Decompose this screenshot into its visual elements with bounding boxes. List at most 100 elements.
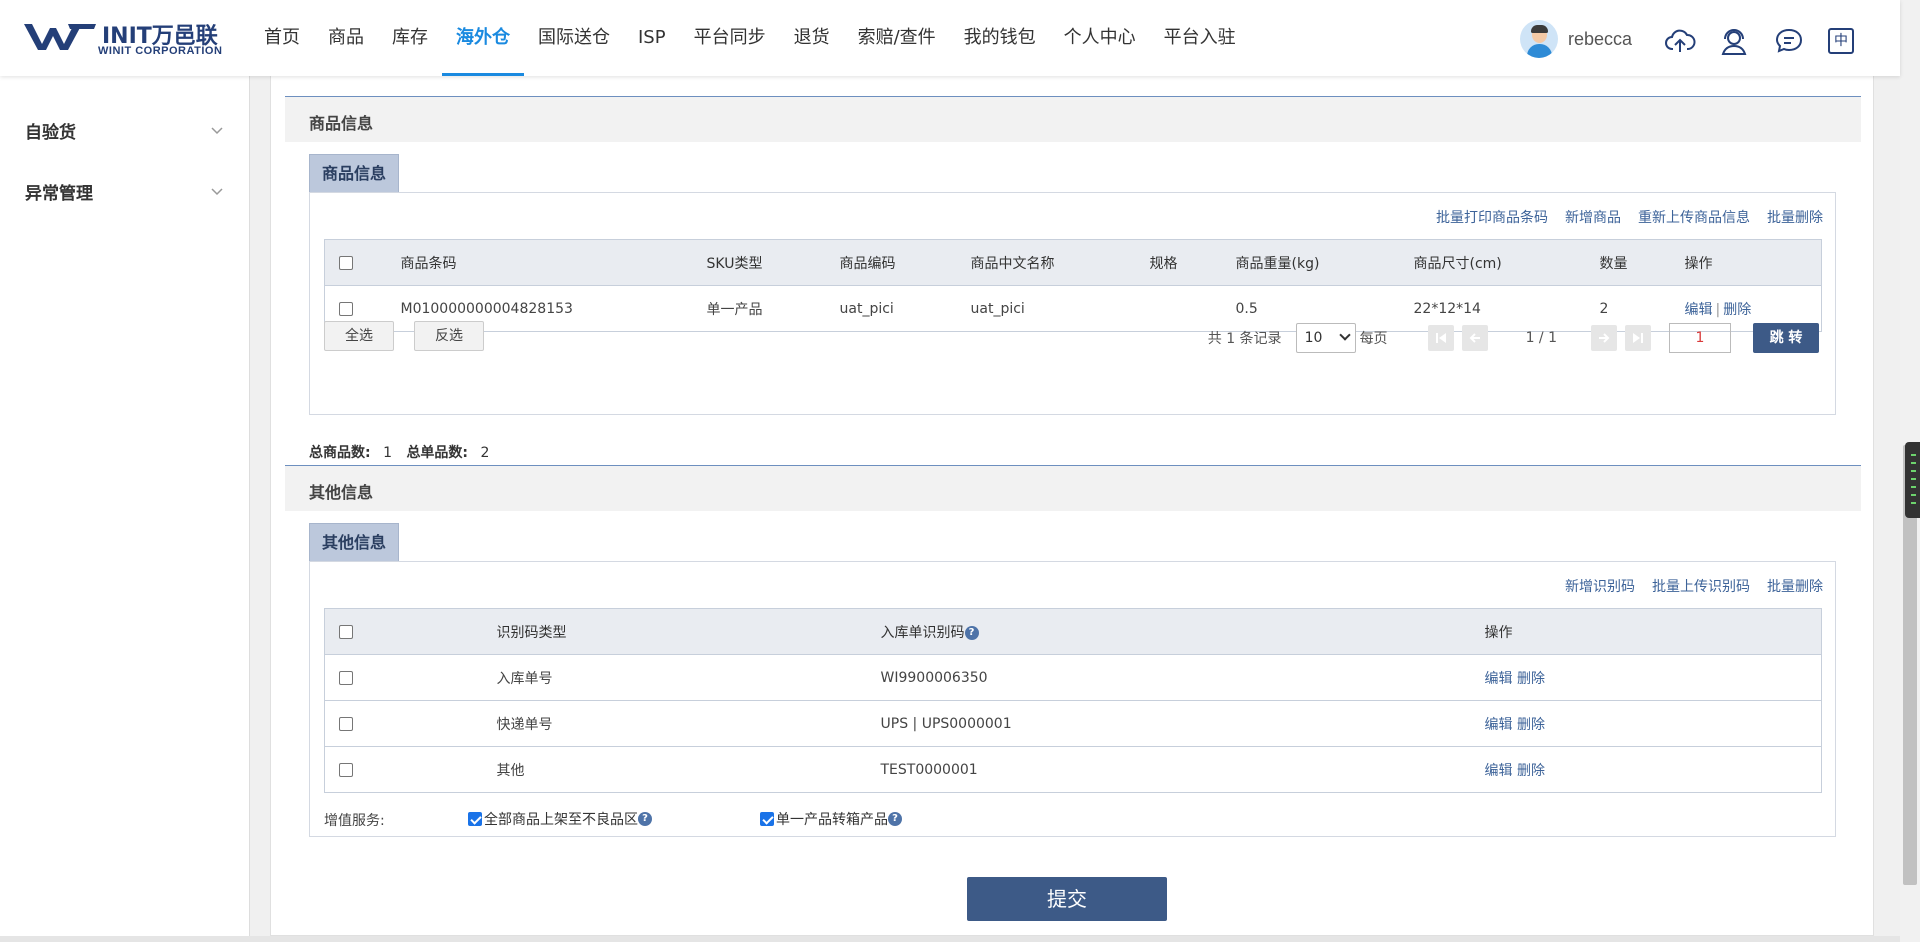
floating-toolbar-tab[interactable] (1905, 442, 1920, 518)
delete-link[interactable]: 删除 (1517, 763, 1545, 779)
col-inbound-id-code-header: 入库单识别码? (880, 608, 1485, 655)
cell-sku-type: 单一产品 (706, 285, 840, 332)
help-icon[interactable]: ? (888, 812, 902, 826)
reupload-product-link[interactable]: 重新上传商品信息 (1638, 207, 1750, 227)
chevron-down-icon (211, 127, 223, 135)
table-row: 入库单号 WI9900006350 编辑 删除 (324, 654, 1822, 701)
other-panel: 新增识别码 批量上传识别码 批量删除 识别码类型 入库单识别码? 操作 入库单号 (309, 561, 1836, 837)
prev-page-button[interactable] (1461, 325, 1488, 351)
avatar (1520, 20, 1558, 58)
sidebar-item-label: 异常管理 (25, 184, 93, 204)
select-all-button[interactable]: 全选 (324, 321, 394, 351)
edit-link[interactable]: 编辑 (1485, 671, 1513, 687)
other-info-tab: 其他信息 (309, 523, 400, 561)
nav-wallet[interactable]: 我的钱包 (950, 0, 1050, 76)
nav-platform-sync[interactable]: 平台同步 (680, 0, 780, 76)
add-id-code-link[interactable]: 新增识别码 (1565, 576, 1635, 596)
value-added-label: 增值服务: (324, 813, 385, 829)
add-product-link[interactable]: 新增商品 (1565, 207, 1621, 227)
edit-link[interactable]: 编辑 (1485, 717, 1513, 733)
section-title: 商品信息 (309, 114, 374, 133)
col-id-type: 识别码类型 (496, 608, 881, 655)
nav-products[interactable]: 商品 (314, 0, 378, 76)
col-name-cn: 商品中文名称 (970, 239, 1150, 286)
section-title: 其他信息 (309, 483, 374, 502)
product-table: 商品条码 SKU类型 商品编码 商品中文名称 规格 商品重量(kg) 商品尺寸(… (324, 239, 1822, 332)
option-bad-goods-area[interactable]: 全部商品上架至不良品区 ? (468, 809, 652, 829)
language-switch-icon[interactable]: 中 (1828, 28, 1854, 54)
product-actions: 批量打印商品条码 新增商品 重新上传商品信息 批量删除 (1436, 207, 1823, 227)
col-product-code: 商品编码 (839, 239, 971, 286)
col-sku-type: SKU类型 (706, 239, 840, 286)
next-page-button[interactable] (1591, 325, 1617, 351)
nav-personal-center[interactable]: 个人中心 (1050, 0, 1150, 76)
total-qty-label: 总单品数: (406, 445, 469, 461)
row-checkbox[interactable] (339, 670, 353, 685)
delete-link[interactable]: 删除 (1517, 671, 1545, 687)
cell-id-code: TEST0000001 (880, 746, 1485, 793)
last-page-icon (1633, 333, 1643, 343)
page-size-value: 10 (1304, 330, 1323, 346)
submit-button[interactable]: 提交 (967, 877, 1167, 921)
nav-international-delivery[interactable]: 国际送仓 (524, 0, 624, 76)
option-checkbox[interactable] (468, 812, 482, 826)
top-header: INIT万邑联 WINIT CORPORATION 首页 商品 库存 海外仓 国… (0, 0, 1900, 76)
col-inbound-id-code: 入库单识别码 (880, 624, 965, 641)
total-records: 共 1 条记录 (1207, 331, 1282, 347)
jump-button[interactable]: 跳 转 (1753, 323, 1819, 353)
customer-service-icon[interactable] (1718, 25, 1750, 57)
table-row: 其他 TEST0000001 编辑 删除 (324, 746, 1822, 793)
sidebar-item-exception-management[interactable]: 异常管理 (25, 179, 225, 209)
nav-platform-join[interactable]: 平台入驻 (1150, 0, 1250, 76)
option-checkbox[interactable] (760, 812, 774, 826)
horizontal-scrollbar[interactable] (0, 936, 1900, 942)
delete-link[interactable]: 删除 (1723, 302, 1751, 318)
edit-link[interactable]: 编辑 (1485, 763, 1513, 779)
user-menu[interactable]: rebecca (1520, 20, 1632, 58)
select-all-checkbox[interactable] (339, 624, 353, 639)
pagination: 共 1 条记录 10 每页 1 / 1 1 跳 转 (1208, 323, 1819, 353)
row-checkbox[interactable] (339, 716, 353, 731)
page-info: 1 / 1 (1525, 330, 1557, 346)
other-actions: 新增识别码 批量上传识别码 批量删除 (1565, 576, 1823, 596)
page-number-input[interactable]: 1 (1669, 323, 1731, 353)
batch-delete-link[interactable]: 批量删除 (1767, 576, 1823, 596)
last-page-button[interactable] (1625, 325, 1651, 351)
nav-home[interactable]: 首页 (250, 0, 314, 76)
batch-print-barcode-link[interactable]: 批量打印商品条码 (1436, 207, 1548, 227)
cloud-upload-icon[interactable] (1664, 25, 1696, 57)
row-checkbox[interactable] (339, 301, 353, 316)
arrow-right-icon (1599, 333, 1610, 343)
nav-claims[interactable]: 索赔/查件 (844, 0, 950, 76)
other-section-header: 其他信息 (285, 465, 1861, 511)
help-icon[interactable]: ? (964, 625, 979, 640)
table-header-row: 识别码类型 入库单识别码? 操作 (324, 608, 1822, 655)
table-row: 快递单号 UPS | UPS0000001 编辑 删除 (324, 700, 1822, 747)
select-all-checkbox[interactable] (339, 255, 353, 270)
batch-upload-id-code-link[interactable]: 批量上传识别码 (1652, 576, 1750, 596)
help-icon[interactable]: ? (638, 812, 652, 826)
winit-logo-mark (24, 24, 96, 50)
col-spec: 规格 (1149, 239, 1236, 286)
nav-returns[interactable]: 退货 (780, 0, 844, 76)
product-info-tab: 商品信息 (309, 154, 400, 192)
cell-id-type: 其他 (496, 746, 881, 793)
nav-overseas-warehouse[interactable]: 海外仓 (442, 0, 524, 76)
col-operations: 操作 (1484, 608, 1822, 655)
per-page-label: 每页 (1359, 331, 1388, 347)
invert-selection-button[interactable]: 反选 (414, 321, 484, 351)
page-size-select[interactable]: 10 (1295, 323, 1356, 353)
delete-link[interactable]: 删除 (1517, 717, 1545, 733)
edit-link[interactable]: 编辑 (1685, 302, 1713, 318)
row-checkbox[interactable] (339, 762, 353, 777)
chat-icon[interactable] (1773, 25, 1805, 57)
nav-isp[interactable]: ISP (624, 0, 680, 76)
batch-delete-link[interactable]: 批量删除 (1767, 207, 1823, 227)
option-label: 单一产品转箱产品 (776, 812, 888, 828)
col-operations: 操作 (1684, 239, 1822, 286)
first-page-button[interactable] (1427, 325, 1454, 351)
winit-logo[interactable]: INIT万邑联 WINIT CORPORATION (24, 18, 230, 58)
sidebar-item-self-inspection[interactable]: 自验货 (25, 118, 225, 148)
option-single-to-box[interactable]: 单一产品转箱产品 ? (760, 809, 902, 829)
nav-inventory[interactable]: 库存 (378, 0, 442, 76)
